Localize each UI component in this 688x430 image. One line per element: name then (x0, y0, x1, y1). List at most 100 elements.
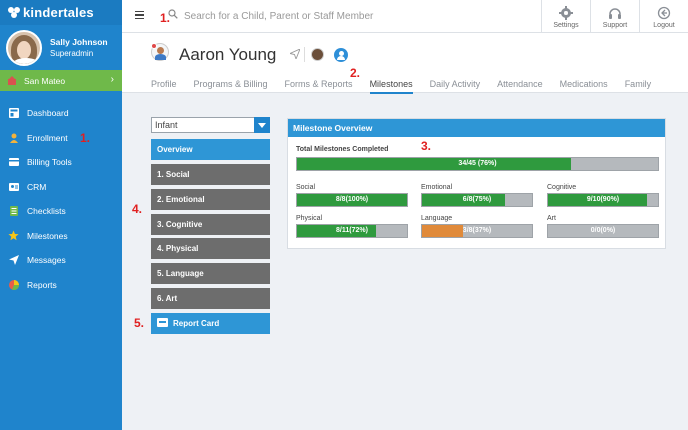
physical-progress-bar: 8/11(72%) (296, 224, 408, 238)
send-message-icon[interactable] (290, 49, 300, 59)
annotation-marker: 3. (421, 139, 432, 153)
sidebar-item-label: Checklists (27, 206, 66, 217)
headset-icon (609, 8, 621, 19)
child-name: Aaron Young (179, 45, 277, 64)
annotation-marker: 5. (134, 316, 145, 330)
child-tabs: Profile Programs & Billing Forms & Repor… (151, 79, 668, 94)
total-label: Total Milestones Completed (296, 146, 389, 153)
tab-programs-billing[interactable]: Programs & Billing (194, 79, 268, 94)
category-label-language: Language (421, 215, 453, 222)
menu-language[interactable]: 5. Language (151, 263, 270, 284)
top-header: 1. Settings Support Logout (122, 0, 688, 33)
menu-emotional[interactable]: 2. Emotional (151, 189, 270, 210)
child-header: Aaron Young Profile Programs & Billing F… (122, 33, 688, 94)
avatar (6, 29, 42, 66)
search-icon (168, 9, 178, 19)
report-card-label: Report Card (173, 319, 220, 328)
search-input[interactable] (184, 8, 524, 24)
sidebar-item-checklists[interactable]: Checklists (0, 199, 122, 224)
tab-profile[interactable]: Profile (151, 79, 177, 94)
milestones-content: Infant Overview 1. Social 2. Emotional 3… (122, 93, 688, 430)
tab-attendance[interactable]: Attendance (497, 79, 543, 94)
location-selector[interactable]: San Mateo › (0, 70, 122, 91)
logout-button[interactable]: Logout (639, 0, 688, 33)
annotation-marker: 4. (132, 202, 143, 216)
sidebar-item-milestones[interactable]: Milestones (0, 224, 122, 249)
progress-text: 6/8(75%) (462, 196, 492, 203)
menu-art[interactable]: 6. Art (151, 288, 270, 309)
tab-forms-reports[interactable]: Forms & Reports (285, 79, 353, 94)
checklist-icon (8, 206, 19, 217)
category-label-emotional: Emotional (421, 184, 453, 191)
crm-icon (8, 181, 19, 192)
annotation-marker: 1. (80, 130, 91, 145)
support-button[interactable]: Support (590, 0, 639, 33)
progress-text: 8/8(100%) (335, 196, 369, 203)
logo[interactable]: kindertales (0, 0, 122, 25)
age-group-value: Infant (155, 120, 178, 130)
sidebar-item-enrollment[interactable]: Enrollment 1. (0, 126, 122, 151)
progress-text: 9/10(90%) (586, 196, 620, 203)
cognitive-progress-bar: 9/10(90%) (547, 193, 659, 207)
dashboard-icon (8, 108, 19, 119)
tab-milestones[interactable]: Milestones (369, 79, 413, 94)
settings-button[interactable]: Settings (541, 0, 590, 33)
annotation-marker: 2. (350, 66, 361, 80)
child-avatar[interactable] (151, 43, 169, 61)
sidebar-item-label: Reports (27, 279, 57, 290)
sidebar-item-label: Messages (27, 255, 66, 266)
sidebar-nav: Dashboard Enrollment 1. Billing Tools CR… (0, 101, 122, 297)
staff-icon[interactable] (334, 48, 348, 62)
category-label-cognitive: Cognitive (547, 184, 577, 191)
location-name: San Mateo (24, 75, 66, 86)
sidebar-item-label: Dashboard (27, 108, 69, 119)
social-progress-bar: 8/8(100%) (296, 193, 408, 207)
sidebar-item-label: Milestones (27, 230, 68, 241)
menu-cognitive[interactable]: 3. Cognitive (151, 214, 270, 235)
user-profile[interactable]: Sally Johnson Superadmin (0, 25, 122, 70)
category-label-art: Art (547, 215, 556, 222)
support-label: Support (602, 22, 628, 29)
sidebar-item-reports[interactable]: Reports (0, 273, 122, 298)
report-card-button[interactable]: Report Card (151, 313, 270, 334)
sidebar-item-label: CRM (27, 181, 47, 192)
menu-social[interactable]: 1. Social (151, 164, 270, 185)
parent-avatar[interactable] (311, 48, 324, 61)
billing-icon (8, 157, 19, 168)
settings-label: Settings (553, 22, 579, 29)
sidebar-item-label: Billing Tools (27, 157, 72, 168)
progress-text: 0/0(0%) (590, 227, 616, 234)
sidebar-item-billing-tools[interactable]: Billing Tools (0, 150, 122, 175)
logo-text: kindertales (23, 5, 94, 20)
art-progress-bar: 0/0(0%) (547, 224, 659, 238)
tab-family[interactable]: Family (625, 79, 652, 94)
printer-icon (157, 318, 168, 327)
chevron-right-icon: › (110, 74, 114, 85)
divider (304, 47, 305, 62)
progress-text: 8/11(72%) (336, 227, 368, 234)
menu-icon[interactable] (135, 11, 144, 20)
menu-overview[interactable]: Overview (151, 139, 270, 160)
logout-icon (657, 6, 671, 20)
tab-daily-activity[interactable]: Daily Activity (430, 79, 481, 94)
language-progress-bar: 3/8(37%) (421, 224, 533, 238)
user-name: Sally Johnson (50, 36, 108, 47)
chevron-down-icon[interactable] (254, 117, 270, 133)
tab-medications[interactable]: Medications (560, 79, 608, 94)
pie-icon (8, 279, 19, 290)
progress-text: 3/8(37%) (462, 227, 492, 234)
sidebar-item-dashboard[interactable]: Dashboard (0, 101, 122, 126)
sidebar-item-messages[interactable]: Messages (0, 248, 122, 273)
sidebar: kindertales Sally Johnson Superadmin San… (0, 0, 122, 430)
milestone-overview-panel: Milestone Overview 3. Total Milestones C… (287, 118, 666, 249)
person-icon (8, 132, 19, 143)
school-icon (7, 75, 17, 86)
total-progress-bar: 34/45 (76%) (296, 157, 659, 171)
age-group-select[interactable]: Infant (151, 117, 270, 133)
menu-physical[interactable]: 4. Physical (151, 238, 270, 259)
logo-icon (8, 6, 20, 19)
emotional-progress-bar: 6/8(75%) (421, 193, 533, 207)
category-label-physical: Physical (296, 215, 323, 222)
sidebar-item-crm[interactable]: CRM (0, 175, 122, 200)
panel-title: Milestone Overview (288, 119, 665, 137)
